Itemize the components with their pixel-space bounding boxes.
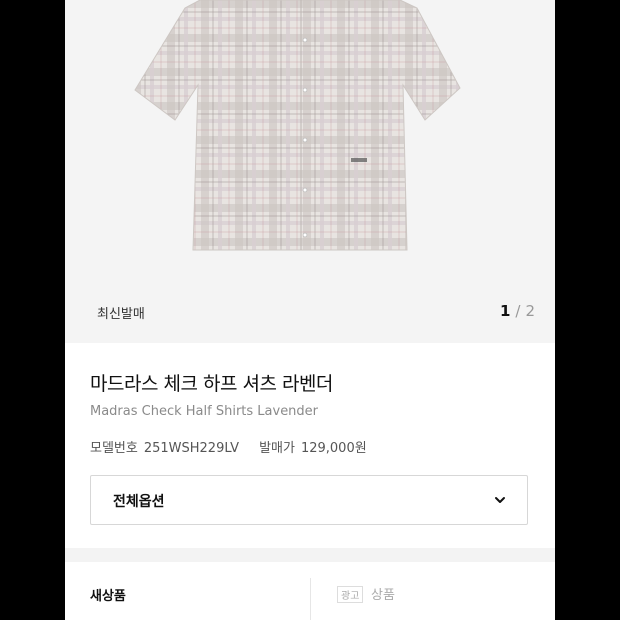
pager-separator: / <box>515 302 521 320</box>
release-price: 129,000원 <box>300 441 367 456</box>
pager-total: 2 <box>525 302 535 320</box>
product-image-gallery[interactable]: 최신발매 1/2 <box>65 0 555 343</box>
app-screen: 최신발매 1/2 마드라스 체크 하프 셔츠 라벤더 Madras Check … <box>65 0 555 620</box>
tab-used-product[interactable]: 상품 <box>371 584 395 603</box>
option-select[interactable]: 전체옵션 <box>90 475 528 525</box>
chevron-down-icon <box>495 497 505 503</box>
new-release-badge: 최신발매 <box>97 307 145 322</box>
product-meta: 모델번호 251WSH229LV 발매가 129,000원 <box>90 437 373 456</box>
tab-new-product[interactable]: 새상품 <box>90 585 126 604</box>
shirt-image <box>65 0 555 343</box>
ad-tag: 광고 <box>337 586 364 603</box>
tab-divider <box>310 578 311 620</box>
product-subtitle: Madras Check Half Shirts Lavender <box>90 404 319 419</box>
price-label: 발매가 <box>259 441 295 456</box>
model-number: 251WSH229LV <box>143 441 240 456</box>
image-pager: 1/2 <box>500 302 535 320</box>
pager-current: 1 <box>499 302 511 320</box>
section-divider <box>65 548 555 562</box>
product-title: 마드라스 체크 하프 셔츠 라벤더 <box>90 373 333 395</box>
option-select-label: 전체옵션 <box>113 494 165 510</box>
model-label: 모델번호 <box>90 441 138 456</box>
